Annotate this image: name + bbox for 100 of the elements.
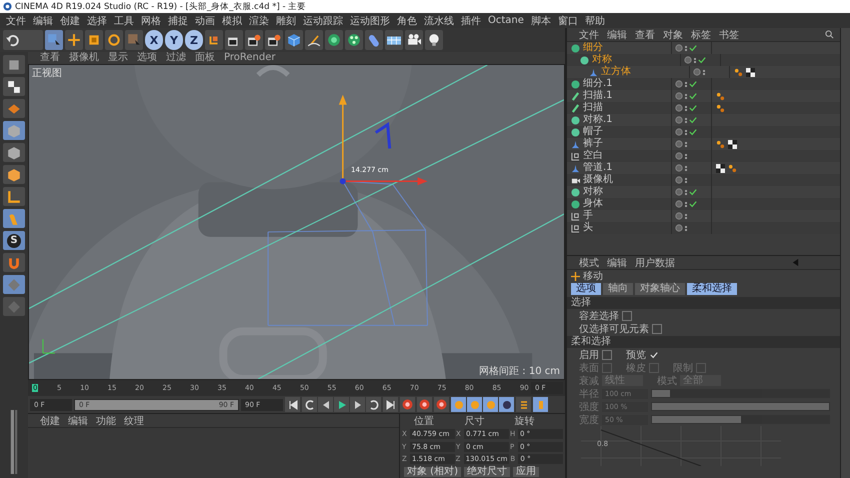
axis-lock-button[interactable]: Z bbox=[185, 30, 203, 50]
previous-key-button[interactable] bbox=[302, 397, 317, 412]
attribute-tab[interactable]: 对象轴心 bbox=[635, 283, 685, 295]
light-button[interactable] bbox=[425, 30, 443, 50]
phong-tag-icon[interactable] bbox=[716, 140, 725, 148]
checkbox[interactable] bbox=[602, 350, 612, 360]
object-name[interactable]: 细分.1 bbox=[583, 78, 613, 90]
undo-button[interactable] bbox=[3, 30, 43, 50]
attribute-tab[interactable]: 轴向 bbox=[603, 283, 633, 295]
attribute-menu-item[interactable]: 编辑 bbox=[607, 256, 627, 270]
layer-dot-icon[interactable] bbox=[675, 92, 683, 100]
deformer-button[interactable] bbox=[365, 30, 383, 50]
check-icon[interactable] bbox=[689, 104, 697, 112]
menu-item[interactable]: 动画 bbox=[195, 14, 215, 28]
attribute-menu-item[interactable]: 模式 bbox=[579, 256, 599, 270]
viewport-menu-item[interactable]: ProRender bbox=[224, 52, 276, 64]
object-name[interactable]: 手 bbox=[583, 210, 593, 222]
check-icon[interactable] bbox=[698, 56, 706, 64]
object-name[interactable]: 管道.1 bbox=[583, 162, 613, 174]
check-icon[interactable] bbox=[689, 92, 697, 100]
coordinate-button[interactable]: 对象 (相对) bbox=[404, 467, 461, 478]
layer-dot-icon[interactable] bbox=[675, 224, 683, 232]
check-icon[interactable] bbox=[689, 128, 697, 136]
search-icon[interactable] bbox=[825, 30, 834, 39]
layer-dot-icon[interactable] bbox=[675, 140, 683, 148]
material-menu-item[interactable]: 编辑 bbox=[68, 414, 88, 428]
viewport-menu-item[interactable]: 选项 bbox=[137, 52, 157, 64]
scale-tool-button[interactable] bbox=[85, 30, 103, 50]
menu-item[interactable]: 插件 bbox=[461, 14, 481, 28]
menu-item[interactable]: 网格 bbox=[141, 14, 161, 28]
mode-tool-button[interactable] bbox=[3, 55, 25, 74]
snap-tool-button[interactable]: S bbox=[3, 231, 25, 250]
floor-button[interactable] bbox=[385, 30, 403, 50]
select-tool-button[interactable] bbox=[45, 30, 63, 50]
coordinate-button[interactable]: 应用 bbox=[512, 467, 539, 478]
attribute-menu-item[interactable]: 用户数据 bbox=[635, 256, 675, 270]
render-button[interactable] bbox=[225, 30, 243, 50]
axis-lock-button[interactable]: X bbox=[145, 30, 163, 50]
mode-tool-button[interactable] bbox=[3, 187, 25, 206]
subdivision-button[interactable] bbox=[325, 30, 343, 50]
go-to-start-button[interactable] bbox=[285, 397, 300, 412]
phong-tag-icon[interactable] bbox=[716, 104, 725, 112]
menu-item[interactable]: 文件 bbox=[6, 14, 26, 28]
object-name[interactable]: 摄像机 bbox=[583, 174, 613, 186]
viewport-menu-item[interactable]: 过滤 bbox=[166, 52, 186, 64]
menu-item[interactable]: 工具 bbox=[114, 14, 134, 28]
phong-tag-icon[interactable] bbox=[716, 92, 725, 100]
object-menu-item[interactable]: 标签 bbox=[691, 28, 711, 42]
layer-dot-icon[interactable] bbox=[675, 128, 683, 136]
object-name[interactable]: 空白 bbox=[583, 150, 603, 162]
checker-tag-icon[interactable] bbox=[716, 164, 725, 172]
mode-tool-button[interactable] bbox=[3, 77, 25, 96]
checkbox[interactable] bbox=[649, 350, 659, 360]
layer-dot-icon[interactable] bbox=[675, 164, 683, 172]
menu-item[interactable]: 运动跟踪 bbox=[303, 14, 343, 28]
layer-dot-icon[interactable] bbox=[675, 188, 683, 196]
layer-dot-icon[interactable] bbox=[693, 68, 701, 76]
viewport-menu-item[interactable]: 面板 bbox=[195, 52, 215, 64]
check-icon[interactable] bbox=[689, 200, 697, 208]
object-name[interactable]: 对称 bbox=[592, 54, 612, 66]
object-name[interactable]: 裤子 bbox=[583, 138, 603, 150]
step-back-button[interactable] bbox=[318, 397, 333, 412]
rotate-tool-button[interactable] bbox=[105, 30, 123, 50]
axis-lock-button[interactable]: Y bbox=[165, 30, 183, 50]
check-icon[interactable] bbox=[689, 80, 697, 88]
object-menu-item[interactable]: 编辑 bbox=[607, 28, 627, 42]
object-menu-item[interactable]: 文件 bbox=[579, 28, 599, 42]
object-name[interactable]: 对称.1 bbox=[583, 114, 613, 126]
cube-button[interactable] bbox=[285, 30, 303, 50]
camera-button[interactable] bbox=[405, 30, 423, 50]
material-menu-item[interactable]: 功能 bbox=[96, 414, 116, 428]
coordinate-button[interactable]: 绝对尺寸 bbox=[464, 467, 510, 478]
coordinate-system-button[interactable] bbox=[205, 30, 223, 50]
render-button[interactable] bbox=[245, 30, 263, 50]
mode-tool-button[interactable] bbox=[3, 143, 25, 162]
material-menu-item[interactable]: 创建 bbox=[40, 414, 60, 428]
menu-item[interactable]: 模拟 bbox=[222, 14, 242, 28]
menu-item[interactable]: 运动图形 bbox=[350, 14, 390, 28]
slider-track[interactable] bbox=[651, 389, 830, 398]
go-to-end-button[interactable] bbox=[383, 397, 398, 412]
layer-dot-icon[interactable] bbox=[675, 200, 683, 208]
object-name[interactable]: 帽子 bbox=[583, 126, 603, 138]
menu-item[interactable]: 选择 bbox=[87, 14, 107, 28]
check-icon[interactable] bbox=[689, 44, 697, 52]
phong-tag-icon[interactable] bbox=[728, 164, 737, 172]
viewport-menu-item[interactable]: 查看 bbox=[40, 52, 60, 64]
material-menu-item[interactable]: 纹理 bbox=[124, 414, 144, 428]
menu-item[interactable]: Octane bbox=[488, 15, 524, 26]
check-icon[interactable] bbox=[689, 116, 697, 124]
play-button[interactable] bbox=[334, 397, 349, 412]
checker-tag-icon[interactable] bbox=[746, 68, 755, 76]
layer-dot-icon[interactable] bbox=[675, 80, 683, 88]
move-tool-button[interactable] bbox=[65, 30, 83, 50]
object-name[interactable]: 扫描.1 bbox=[583, 90, 613, 102]
next-key-button[interactable] bbox=[366, 397, 381, 412]
attribute-tab[interactable]: 柔和选择 bbox=[687, 283, 737, 295]
checkbox[interactable] bbox=[622, 310, 632, 320]
menu-item[interactable]: 创建 bbox=[60, 14, 80, 28]
step-forward-button[interactable] bbox=[350, 397, 365, 412]
layer-dot-icon[interactable] bbox=[675, 176, 683, 184]
